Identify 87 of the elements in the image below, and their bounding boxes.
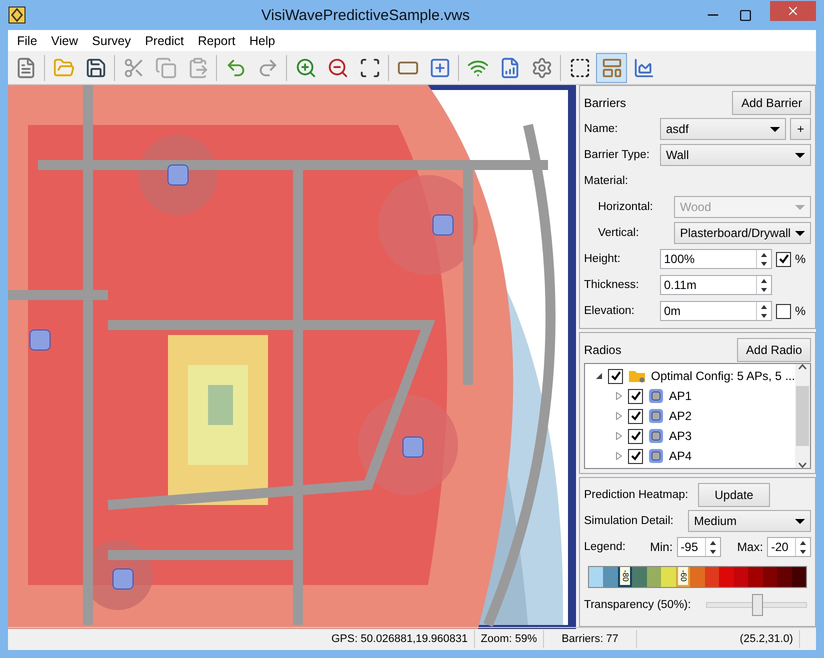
checkbox[interactable] <box>628 428 643 444</box>
scrollbar[interactable] <box>795 364 810 468</box>
access-point-icon <box>648 448 664 464</box>
checkbox[interactable] <box>776 304 791 318</box>
checkbox[interactable] <box>608 368 623 384</box>
add-barrier-button[interactable]: Add Barrier <box>732 91 812 115</box>
vertical-dropdown[interactable]: Plasterboard/Drywall <box>674 222 812 244</box>
thickness-spinbox[interactable]: 0.11m <box>660 275 772 295</box>
checkbox-label: % <box>795 304 806 318</box>
section-title: Radios <box>584 343 622 357</box>
slider-thumb[interactable] <box>752 594 763 616</box>
height-spinbox[interactable]: 100% <box>660 249 772 269</box>
square-plus-icon[interactable] <box>428 56 450 78</box>
tree-item-label[interactable]: AP1 <box>669 389 692 403</box>
menu-item[interactable]: Predict <box>138 34 191 48</box>
menu-item[interactable]: Report <box>190 34 242 48</box>
coordinates-status: (25.2,31.0) <box>637 630 800 648</box>
simulation-detail-dropdown[interactable]: Medium <box>688 510 812 532</box>
expand-triangle-icon[interactable] <box>615 412 623 420</box>
tree-item-label[interactable]: AP3 <box>669 429 692 443</box>
checkbox[interactable] <box>776 252 791 266</box>
zoom-out-icon[interactable] <box>326 56 348 78</box>
selection-frame-icon[interactable] <box>358 56 380 78</box>
elevation-spinbox[interactable]: 0m <box>660 301 772 321</box>
collapse-triangle-icon[interactable] <box>595 372 603 380</box>
checkbox[interactable] <box>628 388 643 404</box>
legend-marker[interactable]: -80 <box>620 567 630 585</box>
update-button[interactable]: Update <box>698 483 770 507</box>
heatmap-floor-plan-drawing[interactable] <box>8 85 576 629</box>
gps-status: GPS: 50.026881,19.960831 <box>325 630 475 648</box>
tree-item-label[interactable]: AP2 <box>669 409 692 423</box>
radio-tree[interactable]: Optimal Config: 5 APs, 5 ... AP1 AP2 AP3 AP4 <box>584 363 812 469</box>
transparency-slider[interactable] <box>706 594 808 616</box>
folder-icon <box>628 369 646 383</box>
menu-item[interactable]: View <box>44 34 86 48</box>
settings-icon[interactable] <box>530 56 552 78</box>
app-logo-icon <box>8 6 26 24</box>
field-label: Prediction Heatmap: <box>584 489 690 501</box>
expand-triangle-icon[interactable] <box>615 452 623 460</box>
close-button[interactable] <box>770 1 816 21</box>
expand-triangle-icon[interactable] <box>615 392 623 400</box>
maximize-icon[interactable] <box>739 8 752 22</box>
min-spinbox[interactable]: -95 <box>676 537 721 557</box>
scissors-icon[interactable] <box>122 56 144 78</box>
barrier-type-dropdown[interactable]: Wall <box>660 144 812 166</box>
menu-item[interactable]: Help <box>242 34 282 48</box>
barriers-status: Barriers: 77 <box>544 630 637 648</box>
field-label: Max: <box>737 540 764 554</box>
field-label: Barrier Type: <box>584 149 651 161</box>
expand-triangle-icon[interactable] <box>615 432 623 440</box>
undo-icon[interactable] <box>224 56 246 78</box>
field-label: Name: <box>584 123 619 135</box>
checkbox[interactable] <box>628 448 643 464</box>
field-label: Legend: <box>584 541 627 553</box>
field-label: Elevation: <box>584 305 636 317</box>
field-label: Simulation Detail: <box>584 515 674 527</box>
add-radio-button[interactable]: Add Radio <box>737 338 812 362</box>
field-label: Min: <box>650 540 673 554</box>
field-label: Thickness: <box>584 279 640 291</box>
tree-item-label[interactable]: AP4 <box>669 449 692 463</box>
area-chart-icon[interactable] <box>632 56 654 78</box>
field-label: Material: <box>584 175 630 187</box>
field-label: Transparency (50%): <box>584 599 692 611</box>
zoom-in-icon[interactable] <box>294 56 316 78</box>
tree-item-label[interactable]: Optimal Config: 5 APs, 5 ... <box>651 369 796 383</box>
close-icon[interactable] <box>786 4 800 18</box>
legend-marker[interactable]: -60 <box>678 567 688 585</box>
add-button[interactable]: + <box>790 118 812 140</box>
field-label: Height: <box>584 253 622 265</box>
menu-item[interactable]: Survey <box>85 34 138 48</box>
floor-plan-icon[interactable] <box>600 56 622 78</box>
checkbox[interactable] <box>628 408 643 424</box>
section-title: Barriers <box>584 96 628 110</box>
max-spinbox[interactable]: -20 <box>767 537 812 557</box>
checkbox-label: % <box>795 252 806 266</box>
access-point-icon <box>648 388 664 404</box>
access-point-icon <box>648 408 664 424</box>
field-label: Vertical: <box>597 227 640 239</box>
field-label: Horizontal: <box>597 201 654 213</box>
name-dropdown[interactable]: asdf <box>660 118 786 140</box>
frame-plus-icon[interactable] <box>568 56 590 78</box>
window-title: VisiWavePredictiveSample.vws <box>260 6 471 24</box>
scroll-down-icon[interactable] <box>798 462 808 468</box>
menu-item[interactable]: File <box>10 34 44 48</box>
scroll-up-icon[interactable] <box>798 364 808 370</box>
access-point-icon <box>648 428 664 444</box>
zoom-status: Zoom: 59% <box>474 630 544 648</box>
